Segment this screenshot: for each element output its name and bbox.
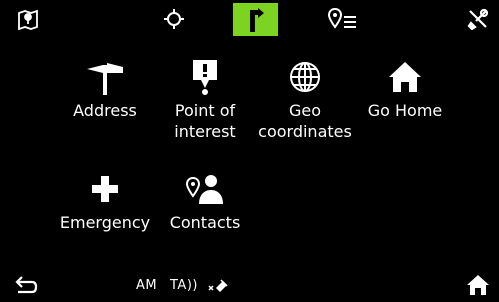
contacts-icon bbox=[185, 175, 223, 204]
am-indicator: AM bbox=[136, 278, 158, 293]
signpost-icon bbox=[87, 63, 123, 95]
geo-label: Geo coordinates bbox=[258, 101, 352, 141]
point-of-interest-button[interactable]: Point of interest bbox=[155, 54, 255, 142]
tab-destination-active[interactable] bbox=[233, 3, 278, 36]
back-icon[interactable] bbox=[14, 276, 38, 296]
globe-icon bbox=[290, 62, 320, 92]
home-icon bbox=[389, 62, 421, 92]
address-button[interactable]: Address bbox=[55, 54, 155, 121]
address-label: Address bbox=[73, 101, 137, 120]
poi-list-icon[interactable] bbox=[328, 6, 358, 32]
turn-icon bbox=[249, 7, 264, 32]
go-home-button[interactable]: Go Home bbox=[355, 54, 455, 121]
ta-indicator: TA)) bbox=[170, 278, 198, 293]
gps-off-icon bbox=[205, 278, 229, 294]
crosshair-icon[interactable] bbox=[161, 6, 187, 32]
poi-flag-icon bbox=[193, 60, 217, 95]
map-book-icon[interactable] bbox=[15, 6, 41, 32]
emergency-label: Emergency bbox=[59, 213, 151, 232]
emergency-button[interactable]: Emergency bbox=[55, 166, 155, 233]
contacts-button[interactable]: Contacts bbox=[155, 166, 255, 233]
tools-icon[interactable] bbox=[465, 6, 491, 32]
home-shortcut-icon[interactable] bbox=[466, 274, 490, 296]
cross-icon bbox=[92, 176, 118, 202]
poi-label: Point of interest bbox=[174, 101, 236, 141]
contacts-label: Contacts bbox=[169, 213, 241, 232]
go-home-label: Go Home bbox=[367, 101, 443, 120]
geo-coordinates-button[interactable]: Geo coordinates bbox=[255, 54, 355, 142]
